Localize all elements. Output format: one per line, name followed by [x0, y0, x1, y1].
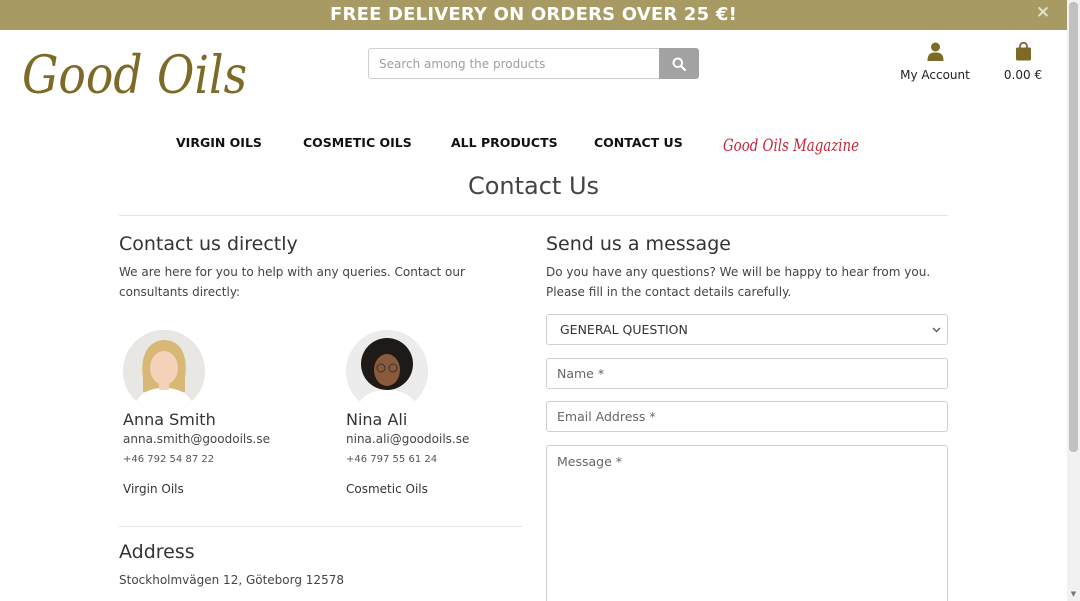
consultant-phone[interactable]: +46 797 55 61 24 — [346, 454, 437, 465]
search-icon — [672, 57, 686, 71]
consultant-department: Cosmetic Oils — [346, 482, 428, 496]
search-input[interactable] — [368, 48, 660, 79]
email-field[interactable] — [546, 401, 948, 432]
person-photo-icon — [123, 330, 205, 412]
contact-directly-intro: We are here for you to help with any que… — [119, 265, 465, 299]
my-account-label: My Account — [900, 68, 970, 82]
search-button[interactable] — [659, 48, 699, 79]
nav-contact-us[interactable]: CONTACT US — [594, 135, 683, 153]
close-icon[interactable]: × — [1033, 2, 1053, 24]
subject-selected-value: GENERAL QUESTION — [560, 322, 688, 337]
promo-banner-text: FREE DELIVERY ON ORDERS OVER 25 €! — [330, 4, 737, 25]
subject-select[interactable]: GENERAL QUESTION — [546, 314, 948, 345]
good-oils-logo[interactable]: Good Oils — [20, 35, 255, 115]
avatar-nina-ali — [346, 330, 428, 412]
nav-good-oils-magazine[interactable]: Good Oils Magazine — [723, 130, 863, 162]
consultant-name: Anna Smith — [123, 410, 216, 429]
message-field[interactable] — [546, 445, 948, 601]
contact-directly-heading: Contact us directly — [119, 233, 298, 255]
send-message-intro: Do you have any questions? We will be ha… — [546, 265, 931, 299]
promo-banner: FREE DELIVERY ON ORDERS OVER 25 €! × — [0, 0, 1067, 30]
send-message-heading: Send us a message — [546, 233, 731, 255]
address-line: Stockholmvägen 12, Göteborg 12578 — [119, 573, 344, 587]
magazine-logo-text: Good Oils Magazine — [723, 136, 859, 156]
title-divider — [119, 215, 948, 216]
my-account-link[interactable]: My Account — [895, 42, 975, 84]
consultant-email[interactable]: anna.smith@goodoils.se — [123, 432, 270, 446]
person-photo-icon — [346, 330, 428, 412]
consultant-email[interactable]: nina.ali@goodoils.se — [346, 432, 469, 446]
nav-cosmetic-oils[interactable]: COSMETIC OILS — [303, 135, 412, 153]
avatar-anna-smith — [123, 330, 205, 412]
chevron-down-icon — [932, 327, 941, 333]
page-scrollbar[interactable]: ▼ — [1067, 0, 1080, 601]
address-heading: Address — [119, 541, 195, 563]
scroll-down-arrow-icon[interactable]: ▼ — [1069, 589, 1078, 599]
cart-link[interactable]: 0.00 € — [998, 42, 1048, 84]
logo-text: Good Oils — [22, 46, 247, 106]
consultant-department: Virgin Oils — [123, 482, 184, 496]
user-icon — [927, 42, 943, 61]
consultant-name: Nina Ali — [346, 410, 408, 429]
shopping-bag-icon — [1015, 42, 1031, 61]
cart-total: 0.00 € — [1003, 68, 1043, 82]
consultant-phone[interactable]: +46 792 54 87 22 — [123, 454, 214, 465]
nav-virgin-oils[interactable]: VIRGIN OILS — [176, 135, 262, 153]
address-divider — [119, 526, 522, 527]
scrollbar-thumb[interactable] — [1069, 2, 1078, 452]
nav-all-products[interactable]: ALL PRODUCTS — [451, 135, 558, 153]
page-title: Contact Us — [467, 172, 600, 200]
name-field[interactable] — [546, 358, 948, 389]
